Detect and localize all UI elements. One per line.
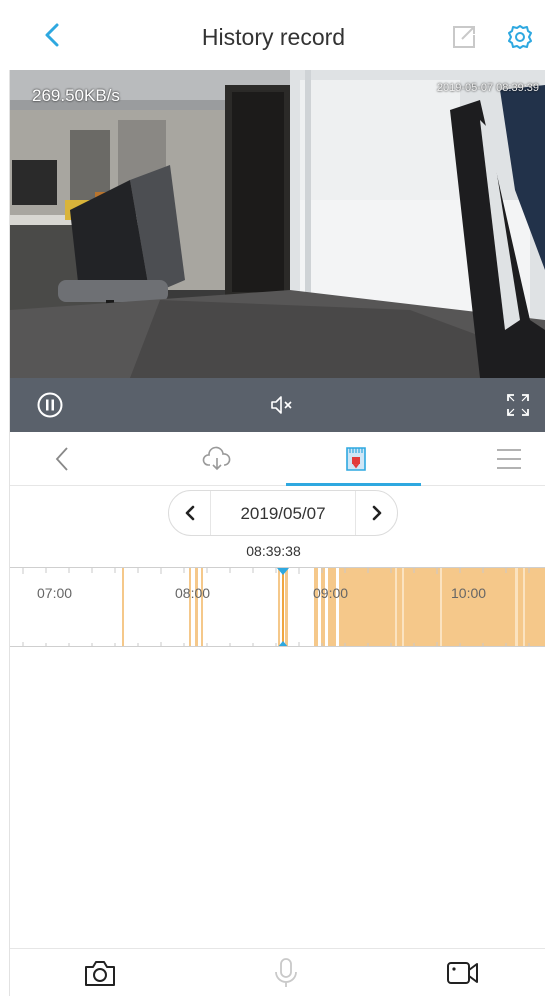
recording-segment xyxy=(321,568,325,646)
pause-icon[interactable] xyxy=(36,391,64,419)
chevron-right-icon xyxy=(372,505,382,521)
recording-timeline[interactable]: 07:00 08:00 09:00 10:00 xyxy=(10,567,545,647)
share-icon[interactable] xyxy=(451,24,477,50)
recording-segment xyxy=(189,568,191,646)
recording-segment xyxy=(278,568,280,646)
bitrate-readout: 269.50KB/s xyxy=(32,86,120,105)
timeline-tick-label: 08:00 xyxy=(175,585,211,601)
next-date-button[interactable] xyxy=(355,491,397,535)
camera-icon[interactable] xyxy=(83,957,117,989)
fullscreen-icon[interactable] xyxy=(504,391,532,419)
timeline-tick-label: 10:00 xyxy=(451,585,487,601)
recording-segment xyxy=(314,568,318,646)
chevron-left-icon xyxy=(185,505,195,521)
player-controls-bar xyxy=(10,378,545,432)
video-record-icon[interactable] xyxy=(446,957,480,989)
prev-date-button[interactable] xyxy=(169,491,211,535)
recording-segment xyxy=(195,568,198,646)
date-selector: 2019/05/07 xyxy=(168,490,398,536)
timeline-tick-label: 09:00 xyxy=(313,585,349,601)
chevron-left-icon[interactable] xyxy=(48,444,78,474)
timeline-track xyxy=(22,568,545,647)
sd-card-icon[interactable] xyxy=(341,444,371,474)
gear-icon[interactable] xyxy=(507,24,533,50)
recording-segment xyxy=(328,568,336,646)
timeline-tick-label: 07:00 xyxy=(37,585,73,601)
header-bar: History record xyxy=(0,0,547,70)
active-tab-indicator xyxy=(286,483,421,486)
playhead[interactable] xyxy=(282,568,284,647)
recording-segment xyxy=(122,568,124,646)
recording-segment xyxy=(285,568,288,646)
menu-icon[interactable] xyxy=(494,444,524,474)
video-feed[interactable]: 269.50KB/s 2019-05-07 08:39:39 xyxy=(10,70,545,378)
record-source-tabs xyxy=(10,432,545,486)
current-playback-time: 08:39:38 xyxy=(246,543,301,559)
microphone-icon[interactable] xyxy=(269,957,303,989)
video-timestamp: 2019-05-07 08:39:39 xyxy=(436,82,539,94)
selected-date[interactable]: 2019/05/07 xyxy=(211,504,355,524)
video-frame-image xyxy=(10,70,545,378)
recording-segment xyxy=(201,568,203,646)
speaker-muted-icon[interactable] xyxy=(268,391,296,419)
bottom-action-bar xyxy=(10,948,545,996)
cloud-download-icon[interactable] xyxy=(202,444,232,474)
